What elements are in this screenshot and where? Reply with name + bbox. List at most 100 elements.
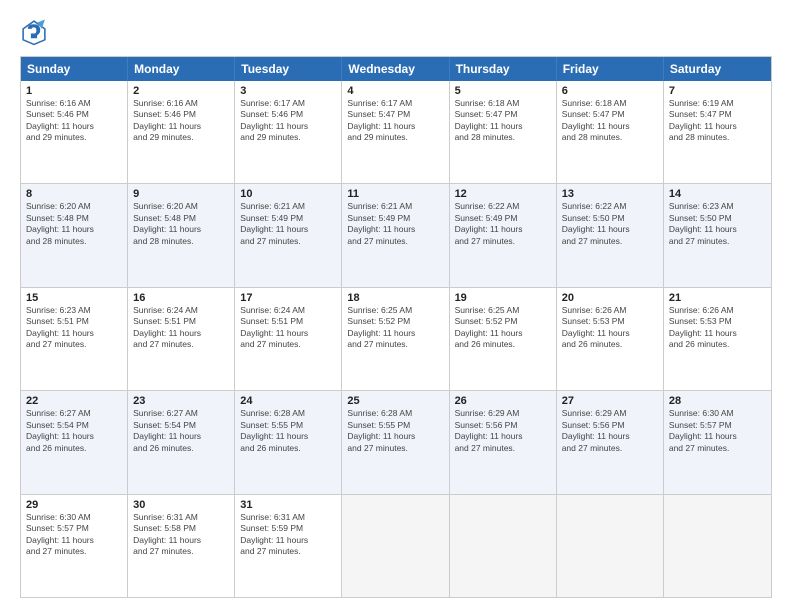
day-info: Sunrise: 6:27 AMSunset: 5:54 PMDaylight:… [133, 408, 229, 454]
day-info: Sunrise: 6:26 AMSunset: 5:53 PMDaylight:… [669, 305, 766, 351]
day-number: 16 [133, 292, 229, 304]
calendar-week: 22Sunrise: 6:27 AMSunset: 5:54 PMDayligh… [21, 390, 771, 493]
day-info: Sunrise: 6:23 AMSunset: 5:51 PMDaylight:… [26, 305, 122, 351]
day-number: 23 [133, 395, 229, 407]
day-info: Sunrise: 6:26 AMSunset: 5:53 PMDaylight:… [562, 305, 658, 351]
day-number: 20 [562, 292, 658, 304]
day-number: 1 [26, 85, 122, 97]
page: SundayMondayTuesdayWednesdayThursdayFrid… [0, 0, 792, 612]
day-number: 8 [26, 188, 122, 200]
calendar-header: SundayMondayTuesdayWednesdayThursdayFrid… [21, 57, 771, 81]
day-number: 19 [455, 292, 551, 304]
calendar-week: 8Sunrise: 6:20 AMSunset: 5:48 PMDaylight… [21, 183, 771, 286]
day-cell: 18Sunrise: 6:25 AMSunset: 5:52 PMDayligh… [342, 288, 449, 390]
calendar-week: 1Sunrise: 6:16 AMSunset: 5:46 PMDaylight… [21, 81, 771, 183]
empty-cell [664, 495, 771, 597]
day-cell: 16Sunrise: 6:24 AMSunset: 5:51 PMDayligh… [128, 288, 235, 390]
day-info: Sunrise: 6:28 AMSunset: 5:55 PMDaylight:… [347, 408, 443, 454]
day-number: 2 [133, 85, 229, 97]
logo [20, 18, 52, 46]
day-info: Sunrise: 6:16 AMSunset: 5:46 PMDaylight:… [26, 98, 122, 144]
day-number: 29 [26, 499, 122, 511]
day-info: Sunrise: 6:25 AMSunset: 5:52 PMDaylight:… [347, 305, 443, 351]
day-info: Sunrise: 6:20 AMSunset: 5:48 PMDaylight:… [26, 201, 122, 247]
day-number: 4 [347, 85, 443, 97]
day-number: 7 [669, 85, 766, 97]
empty-cell [557, 495, 664, 597]
day-cell: 9Sunrise: 6:20 AMSunset: 5:48 PMDaylight… [128, 184, 235, 286]
calendar: SundayMondayTuesdayWednesdayThursdayFrid… [20, 56, 772, 598]
calendar-week: 15Sunrise: 6:23 AMSunset: 5:51 PMDayligh… [21, 287, 771, 390]
day-cell: 24Sunrise: 6:28 AMSunset: 5:55 PMDayligh… [235, 391, 342, 493]
day-cell: 29Sunrise: 6:30 AMSunset: 5:57 PMDayligh… [21, 495, 128, 597]
day-number: 22 [26, 395, 122, 407]
empty-cell [342, 495, 449, 597]
day-cell: 3Sunrise: 6:17 AMSunset: 5:46 PMDaylight… [235, 81, 342, 183]
day-cell: 2Sunrise: 6:16 AMSunset: 5:46 PMDaylight… [128, 81, 235, 183]
day-cell: 20Sunrise: 6:26 AMSunset: 5:53 PMDayligh… [557, 288, 664, 390]
day-number: 26 [455, 395, 551, 407]
day-cell: 19Sunrise: 6:25 AMSunset: 5:52 PMDayligh… [450, 288, 557, 390]
day-info: Sunrise: 6:23 AMSunset: 5:50 PMDaylight:… [669, 201, 766, 247]
day-info: Sunrise: 6:21 AMSunset: 5:49 PMDaylight:… [240, 201, 336, 247]
day-info: Sunrise: 6:16 AMSunset: 5:46 PMDaylight:… [133, 98, 229, 144]
header-day: Thursday [450, 57, 557, 81]
day-cell: 11Sunrise: 6:21 AMSunset: 5:49 PMDayligh… [342, 184, 449, 286]
day-number: 21 [669, 292, 766, 304]
day-number: 11 [347, 188, 443, 200]
day-cell: 12Sunrise: 6:22 AMSunset: 5:49 PMDayligh… [450, 184, 557, 286]
day-info: Sunrise: 6:28 AMSunset: 5:55 PMDaylight:… [240, 408, 336, 454]
calendar-body: 1Sunrise: 6:16 AMSunset: 5:46 PMDaylight… [21, 81, 771, 597]
day-number: 14 [669, 188, 766, 200]
day-cell: 23Sunrise: 6:27 AMSunset: 5:54 PMDayligh… [128, 391, 235, 493]
empty-cell [450, 495, 557, 597]
day-number: 24 [240, 395, 336, 407]
day-cell: 4Sunrise: 6:17 AMSunset: 5:47 PMDaylight… [342, 81, 449, 183]
day-info: Sunrise: 6:30 AMSunset: 5:57 PMDaylight:… [26, 512, 122, 558]
day-info: Sunrise: 6:17 AMSunset: 5:46 PMDaylight:… [240, 98, 336, 144]
header-day: Wednesday [342, 57, 449, 81]
day-cell: 31Sunrise: 6:31 AMSunset: 5:59 PMDayligh… [235, 495, 342, 597]
day-cell: 25Sunrise: 6:28 AMSunset: 5:55 PMDayligh… [342, 391, 449, 493]
day-info: Sunrise: 6:30 AMSunset: 5:57 PMDaylight:… [669, 408, 766, 454]
day-cell: 21Sunrise: 6:26 AMSunset: 5:53 PMDayligh… [664, 288, 771, 390]
day-info: Sunrise: 6:27 AMSunset: 5:54 PMDaylight:… [26, 408, 122, 454]
day-cell: 8Sunrise: 6:20 AMSunset: 5:48 PMDaylight… [21, 184, 128, 286]
day-number: 18 [347, 292, 443, 304]
day-info: Sunrise: 6:21 AMSunset: 5:49 PMDaylight:… [347, 201, 443, 247]
day-cell: 15Sunrise: 6:23 AMSunset: 5:51 PMDayligh… [21, 288, 128, 390]
day-cell: 28Sunrise: 6:30 AMSunset: 5:57 PMDayligh… [664, 391, 771, 493]
day-cell: 13Sunrise: 6:22 AMSunset: 5:50 PMDayligh… [557, 184, 664, 286]
day-info: Sunrise: 6:22 AMSunset: 5:50 PMDaylight:… [562, 201, 658, 247]
day-number: 9 [133, 188, 229, 200]
day-cell: 7Sunrise: 6:19 AMSunset: 5:47 PMDaylight… [664, 81, 771, 183]
day-info: Sunrise: 6:20 AMSunset: 5:48 PMDaylight:… [133, 201, 229, 247]
day-cell: 5Sunrise: 6:18 AMSunset: 5:47 PMDaylight… [450, 81, 557, 183]
day-cell: 30Sunrise: 6:31 AMSunset: 5:58 PMDayligh… [128, 495, 235, 597]
header-day: Tuesday [235, 57, 342, 81]
logo-icon [20, 18, 48, 46]
day-info: Sunrise: 6:29 AMSunset: 5:56 PMDaylight:… [455, 408, 551, 454]
day-info: Sunrise: 6:25 AMSunset: 5:52 PMDaylight:… [455, 305, 551, 351]
day-number: 31 [240, 499, 336, 511]
day-number: 15 [26, 292, 122, 304]
day-info: Sunrise: 6:24 AMSunset: 5:51 PMDaylight:… [240, 305, 336, 351]
header-day: Sunday [21, 57, 128, 81]
day-cell: 17Sunrise: 6:24 AMSunset: 5:51 PMDayligh… [235, 288, 342, 390]
header-day: Friday [557, 57, 664, 81]
day-info: Sunrise: 6:29 AMSunset: 5:56 PMDaylight:… [562, 408, 658, 454]
header-day: Monday [128, 57, 235, 81]
day-number: 28 [669, 395, 766, 407]
day-number: 6 [562, 85, 658, 97]
header-day: Saturday [664, 57, 771, 81]
day-cell: 22Sunrise: 6:27 AMSunset: 5:54 PMDayligh… [21, 391, 128, 493]
day-info: Sunrise: 6:31 AMSunset: 5:59 PMDaylight:… [240, 512, 336, 558]
day-number: 12 [455, 188, 551, 200]
day-number: 17 [240, 292, 336, 304]
day-number: 3 [240, 85, 336, 97]
day-cell: 14Sunrise: 6:23 AMSunset: 5:50 PMDayligh… [664, 184, 771, 286]
day-cell: 10Sunrise: 6:21 AMSunset: 5:49 PMDayligh… [235, 184, 342, 286]
day-cell: 1Sunrise: 6:16 AMSunset: 5:46 PMDaylight… [21, 81, 128, 183]
header [20, 18, 772, 46]
day-number: 27 [562, 395, 658, 407]
